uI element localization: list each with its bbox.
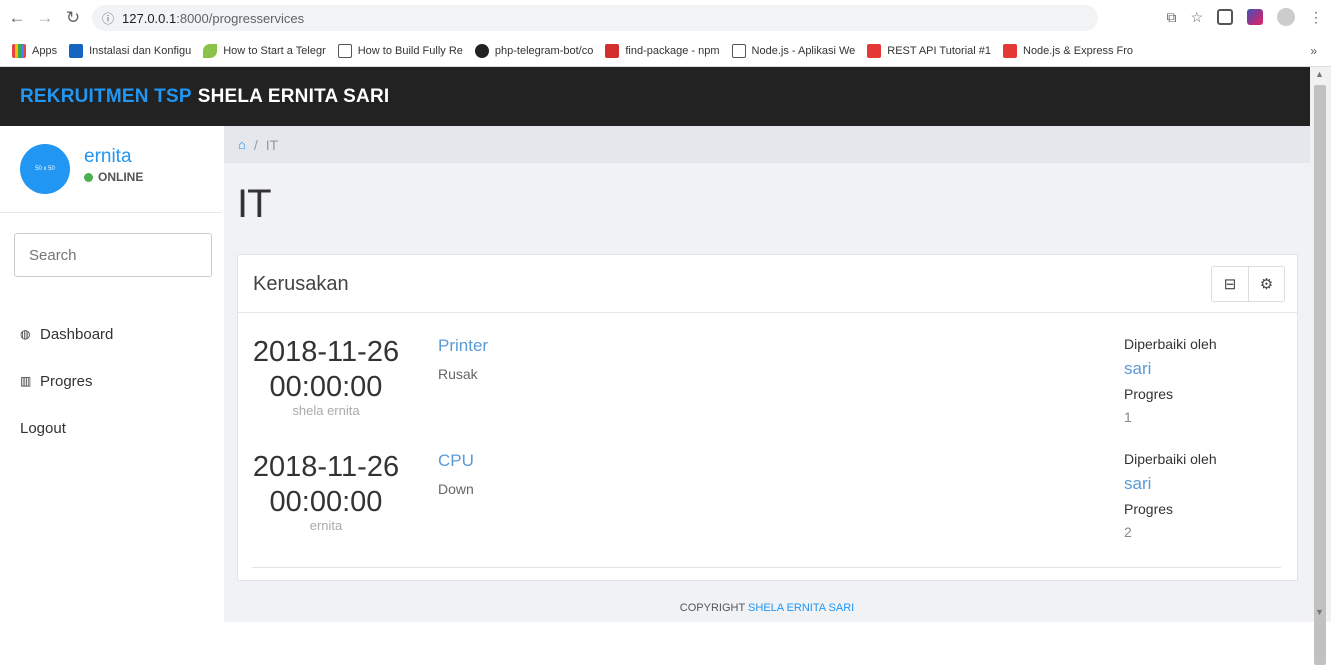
bookmark[interactable]: Instalasi dan Konfigu (69, 44, 191, 58)
page-title: IT (237, 182, 272, 226)
fixed-by-label: Diperbaiki oleh (1124, 451, 1217, 467)
bookmark[interactable]: php-telegram-bot/co (474, 44, 593, 58)
bookmark[interactable]: find-package - npm (605, 44, 720, 58)
profile-icon[interactable] (1277, 8, 1295, 26)
bookmark[interactable]: REST API Tutorial #1 (867, 44, 991, 58)
collapse-icon[interactable]: ⊟ (1212, 267, 1248, 301)
entry-user: shela ernita (292, 403, 360, 418)
list-item: 2018-11-26 00:00:00 shela ernita Printer… (238, 335, 1297, 450)
sidebar: 50 x 50 ernita ONLINE ◍Dashboard ▥Progre… (0, 126, 224, 622)
cogs-icon[interactable]: ⚙ (1248, 267, 1284, 301)
entry-description: Down (438, 481, 474, 497)
forward-icon[interactable]: → (34, 8, 56, 28)
entry-time: 00:00:00 (269, 371, 383, 403)
bar-chart-icon: ▥ (20, 374, 32, 388)
bookmark-icon (337, 44, 352, 58)
scrollbar[interactable]: ▲ ▼ (1310, 67, 1331, 665)
dashboard-icon: ◍ (20, 327, 31, 341)
extension-icon[interactable] (1217, 9, 1233, 25)
sidebar-item-dashboard[interactable]: ◍ Dashboard (20, 310, 113, 358)
status-badge: ONLINE (84, 170, 143, 184)
npm-icon (605, 44, 620, 58)
bookmark[interactable]: Node.js & Express Fro (1003, 44, 1133, 58)
fixer-link[interactable]: sari (1124, 473, 1217, 495)
app-header: REKRUITMEN TSP SHELA ERNITA SARI (0, 67, 1310, 126)
translate-icon[interactable]: ⧉ (1166, 9, 1176, 26)
home-icon[interactable]: ⌂ (238, 137, 246, 152)
apps-icon (12, 44, 26, 58)
breadcrumb-current: IT (265, 136, 279, 153)
reload-icon[interactable]: ↻ (62, 8, 84, 28)
progress-value: 1 (1124, 409, 1132, 425)
book-icon (731, 44, 746, 58)
youtube-icon (1003, 44, 1017, 58)
scroll-thumb[interactable] (1314, 85, 1326, 665)
entry-date: 2018-11-26 (252, 451, 400, 483)
divider (0, 212, 222, 213)
panel-title: Kerusakan (253, 273, 349, 295)
scroll-up-icon[interactable]: ▲ (1315, 69, 1324, 79)
bookmark-icon (203, 44, 218, 58)
info-icon[interactable]: ⓘ (102, 10, 114, 27)
bookmark-icon (69, 44, 84, 58)
star-icon[interactable]: ☆ (1190, 9, 1203, 26)
list-item: 2018-11-26 00:00:00 ernita CPU Down Dipe… (238, 450, 1297, 565)
entry-description: Rusak (438, 366, 478, 382)
entry-item-link[interactable]: CPU (438, 450, 474, 472)
footer-owner-link[interactable]: SHELA ERNITA SARI (748, 602, 854, 614)
kerusakan-panel: Kerusakan ⊟ ⚙ 2018-11-26 00:00:00 shela … (237, 254, 1298, 581)
sidebar-item-progres[interactable]: ▥ Progres (20, 357, 113, 405)
sidebar-item-logout[interactable]: Logout (20, 404, 113, 452)
bookmarks-bar: Apps Instalasi dan Konfigu How to Start … (0, 36, 1331, 67)
bookmark[interactable]: How to Build Fully Re (337, 44, 463, 58)
back-icon[interactable]: ← (6, 8, 28, 28)
fixer-link[interactable]: sari (1124, 358, 1217, 380)
bookmark[interactable]: How to Start a Telegr (203, 44, 326, 58)
avatar: 50 x 50 (20, 144, 70, 194)
online-dot-icon (84, 172, 93, 182)
progress-value: 2 (1124, 524, 1132, 540)
panel-header: Kerusakan ⊟ ⚙ (238, 255, 1297, 313)
menu-icon[interactable]: ⋮ (1309, 9, 1323, 26)
divider (252, 567, 1281, 568)
entry-item-link[interactable]: Printer (438, 335, 488, 357)
progress-label: Progres (1124, 501, 1174, 517)
entry-user: ernita (309, 518, 343, 533)
bookmark[interactable]: Node.js - Aplikasi We (731, 44, 855, 58)
address-bar[interactable]: ⓘ 127.0.0.1:8000/progresservices (92, 5, 1098, 31)
github-icon (474, 44, 489, 58)
bookmarks-overflow[interactable]: » (1310, 44, 1317, 58)
fixed-by-label: Diperbaiki oleh (1124, 336, 1217, 352)
youtube-icon (867, 44, 882, 58)
entry-date: 2018-11-26 (252, 336, 400, 368)
extension-icon[interactable] (1247, 9, 1263, 25)
search-input[interactable] (14, 233, 212, 277)
brand-owner[interactable]: SHELA ERNITA SARI (198, 86, 390, 108)
bookmark[interactable]: Apps (12, 44, 57, 58)
main-content: ⌂ / IT IT Kerusakan ⊟ ⚙ 2018-11-26 00:00… (224, 126, 1310, 622)
url-host: 127.0.0.1 (122, 10, 177, 26)
user-panel: 50 x 50 ernita ONLINE (20, 144, 143, 194)
sidebar-menu: ◍ Dashboard ▥ Progres Logout (20, 310, 113, 451)
footer: COPYRIGHT SHELA ERNITA SARI (679, 602, 855, 614)
brand-title[interactable]: REKRUITMEN TSP (20, 86, 192, 108)
username[interactable]: ernita (84, 146, 143, 168)
browser-toolbar: ← → ↻ ⓘ 127.0.0.1:8000/progresservices ⧉… (0, 0, 1331, 36)
scroll-down-icon[interactable]: ▼ (1315, 607, 1324, 617)
entry-time: 00:00:00 (269, 486, 383, 518)
url-path: :8000/progresservices (176, 10, 305, 26)
progress-label: Progres (1124, 386, 1174, 402)
panel-tools: ⊟ ⚙ (1211, 266, 1285, 302)
breadcrumb: ⌂ / IT (224, 126, 1310, 163)
